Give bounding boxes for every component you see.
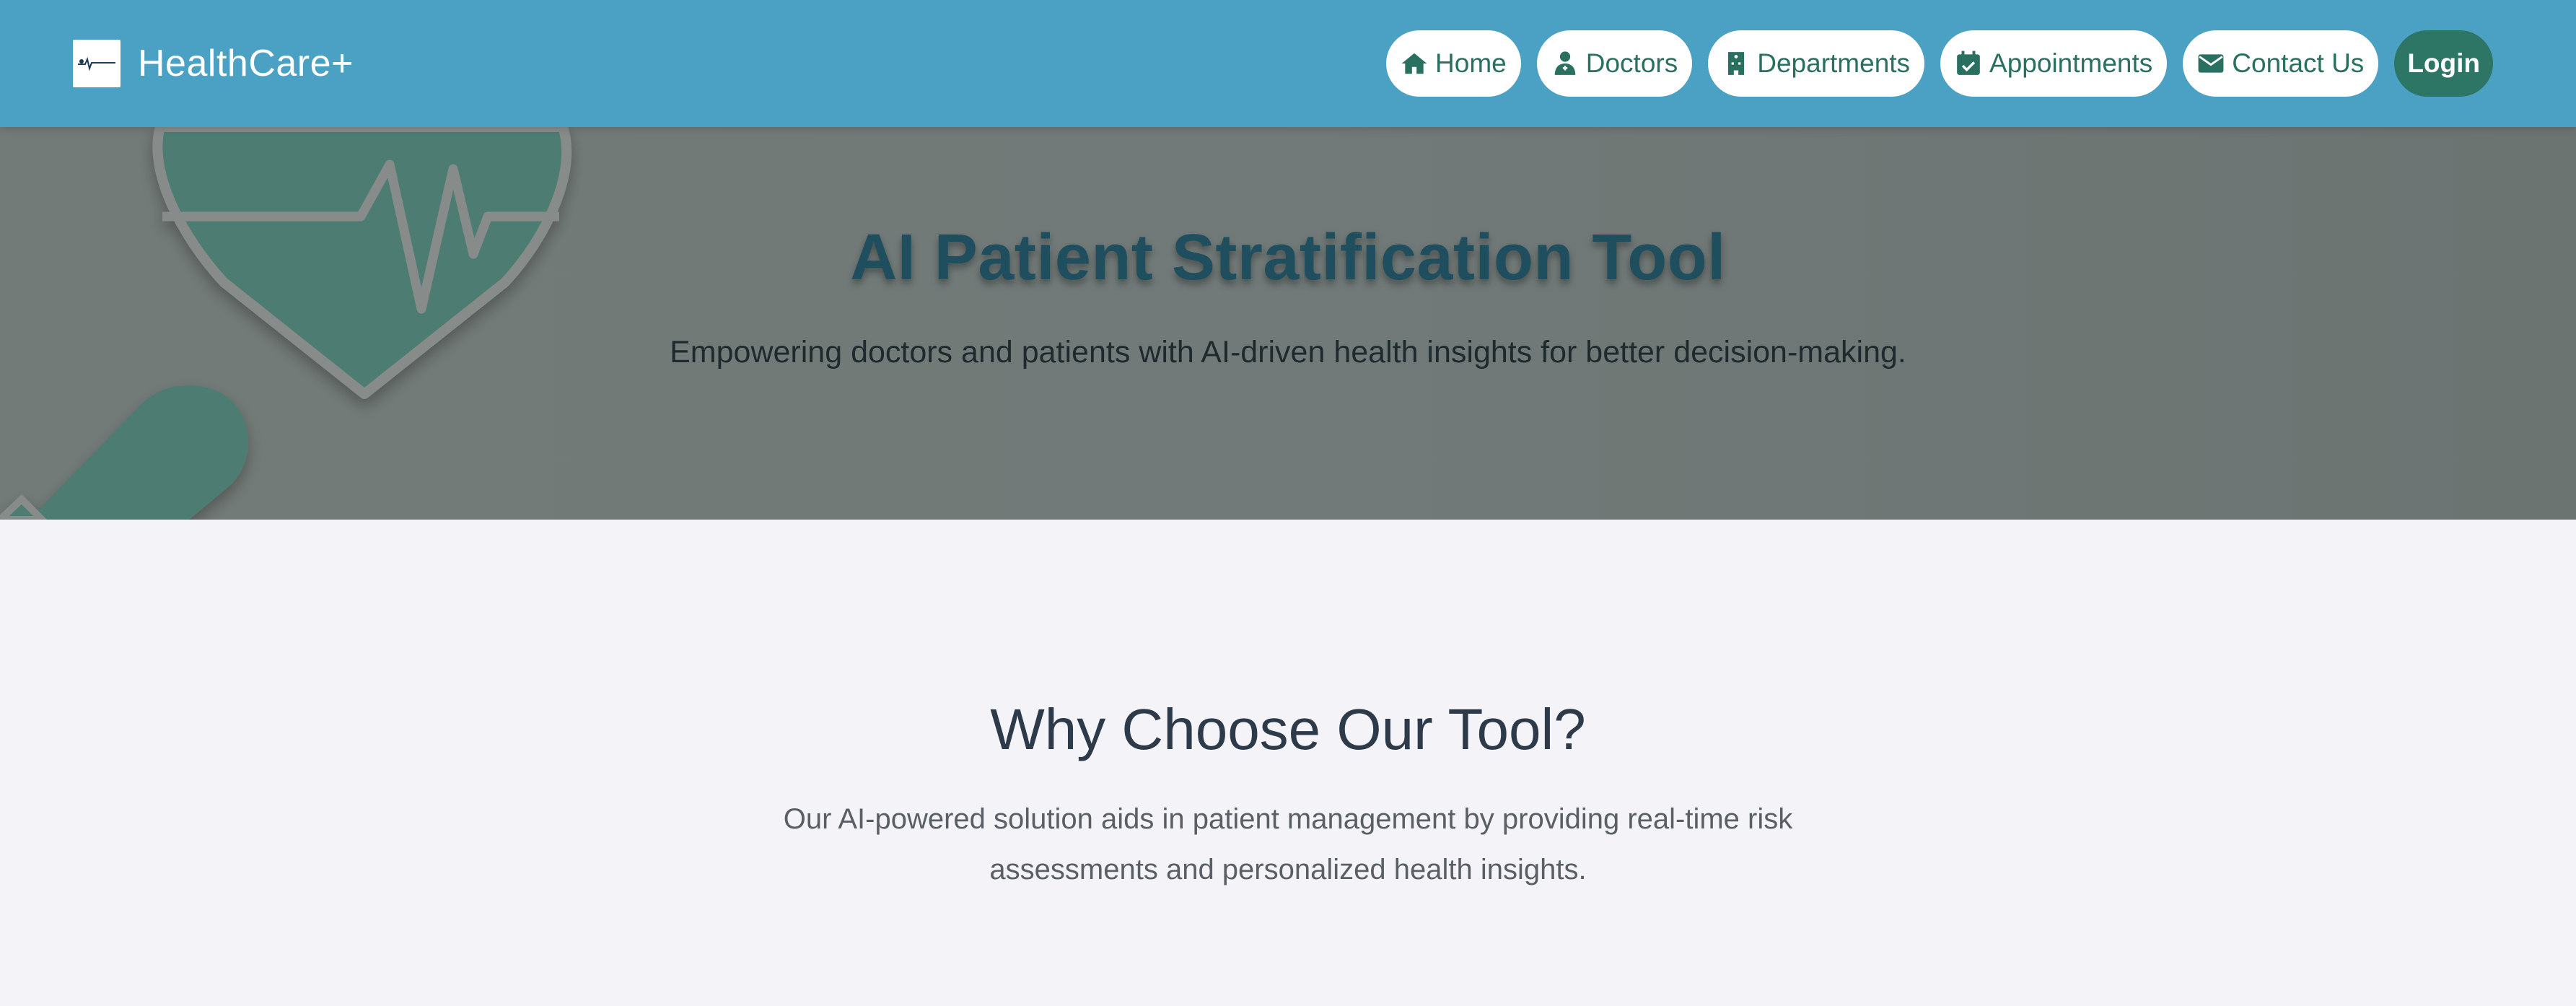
why-section-text: Our AI-powered solution aids in patient …: [783, 803, 1793, 885]
nav-home-label: Home: [1435, 48, 1507, 78]
navbar: HealthCare+ Home Doctors Departments App…: [0, 0, 2576, 127]
envelope-icon: [2198, 54, 2224, 73]
nav-departments-label: Departments: [1757, 48, 1911, 78]
nav-departments[interactable]: Departments: [1708, 30, 1925, 97]
heart-pill-illustration: [0, 127, 572, 520]
nav-doctors-label: Doctors: [1585, 48, 1678, 78]
nav-home[interactable]: Home: [1386, 30, 1521, 97]
brand[interactable]: HealthCare+: [73, 39, 354, 88]
doctor-icon: [1554, 51, 1575, 75]
nav-doctors[interactable]: Doctors: [1536, 30, 1693, 97]
hero-subtitle: Empowering doctors and patients with AI-…: [670, 335, 1906, 369]
nav-appointments[interactable]: Appointments: [1940, 30, 2168, 97]
nav-links: Home Doctors Departments Appointments Co…: [1386, 30, 2493, 97]
why-section-title: Why Choose Our Tool?: [990, 697, 1586, 761]
login-button[interactable]: Login: [2394, 30, 2493, 97]
nav-appointments-label: Appointments: [1989, 48, 2153, 78]
nav-contact-label: Contact Us: [2232, 48, 2365, 78]
hero-banner: AI Patient Stratification Tool Empowerin…: [0, 127, 2576, 520]
heart-pulse-logo-icon: [78, 56, 115, 71]
brand-name: HealthCare+: [138, 43, 354, 84]
home-icon: [1401, 53, 1427, 74]
calendar-check-icon: [1957, 51, 1980, 75]
hospital-icon: [1728, 52, 1745, 75]
hero-title: AI Patient Stratification Tool: [850, 222, 1726, 294]
nav-contact[interactable]: Contact Us: [2183, 30, 2379, 97]
pill-icon: [0, 385, 249, 520]
brand-logo: [73, 40, 121, 87]
